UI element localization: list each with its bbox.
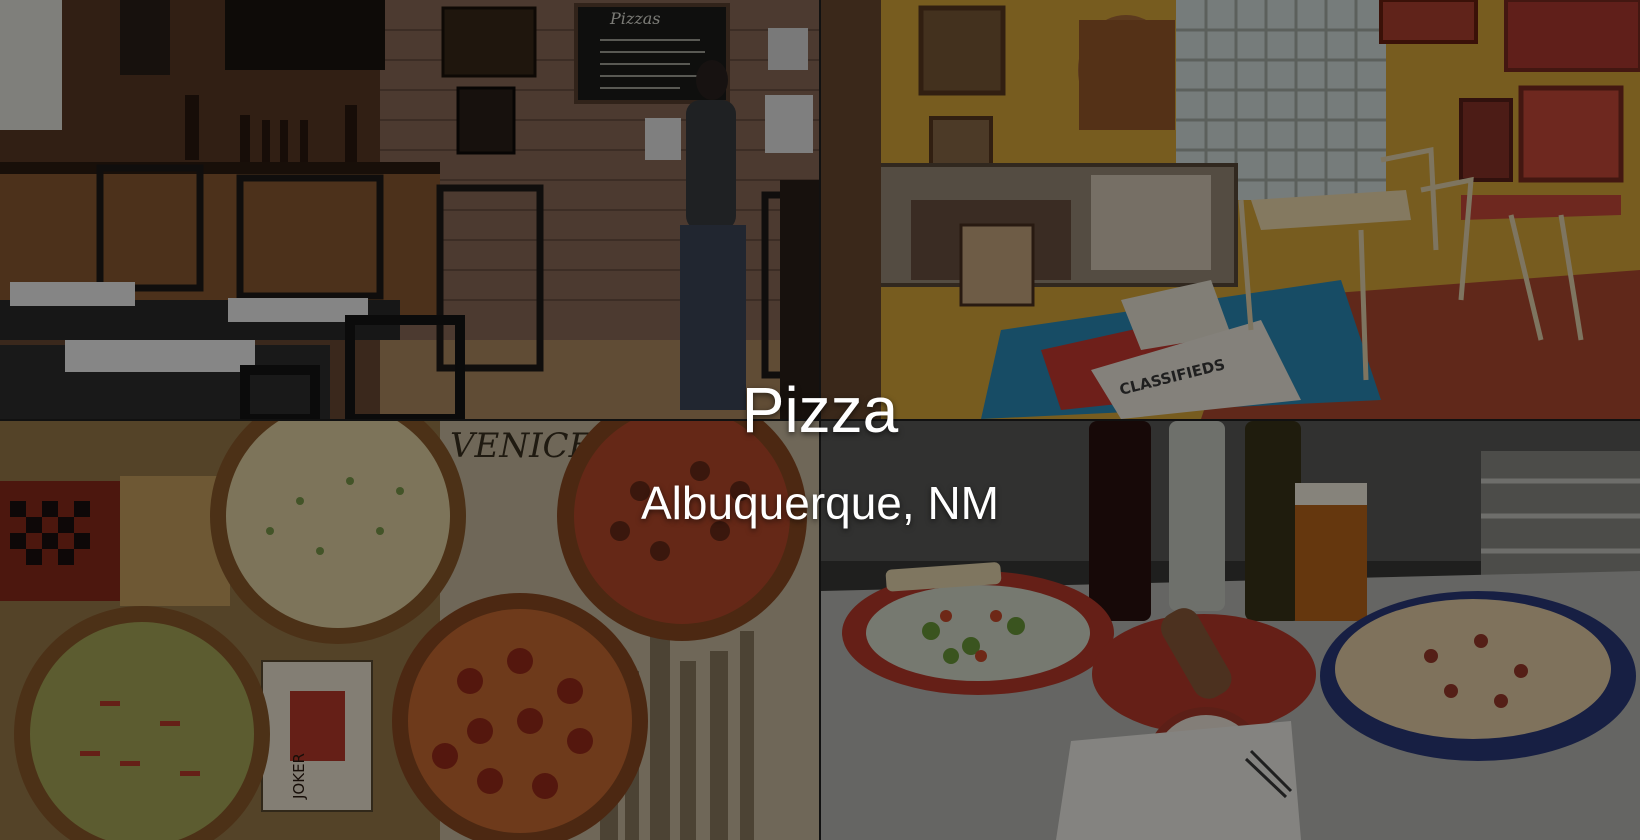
restaurant-bar-interior-photo: Pizzas xyxy=(0,0,819,419)
joker-card-text: JOKER xyxy=(290,753,308,800)
vintage-decor-dining-room-photo: CLASSIFIEDS xyxy=(821,0,1640,419)
chalkboard-sign: Pizzas xyxy=(609,9,661,28)
photo-collage: Pizzas CLASSIFIEDS VENICE JOKER Pizza Al… xyxy=(0,0,1640,840)
four-pizzas-on-table-photo: VENICE JOKER xyxy=(0,421,819,840)
salad-cannoli-pizza-wine-photo: V xyxy=(821,421,1640,840)
